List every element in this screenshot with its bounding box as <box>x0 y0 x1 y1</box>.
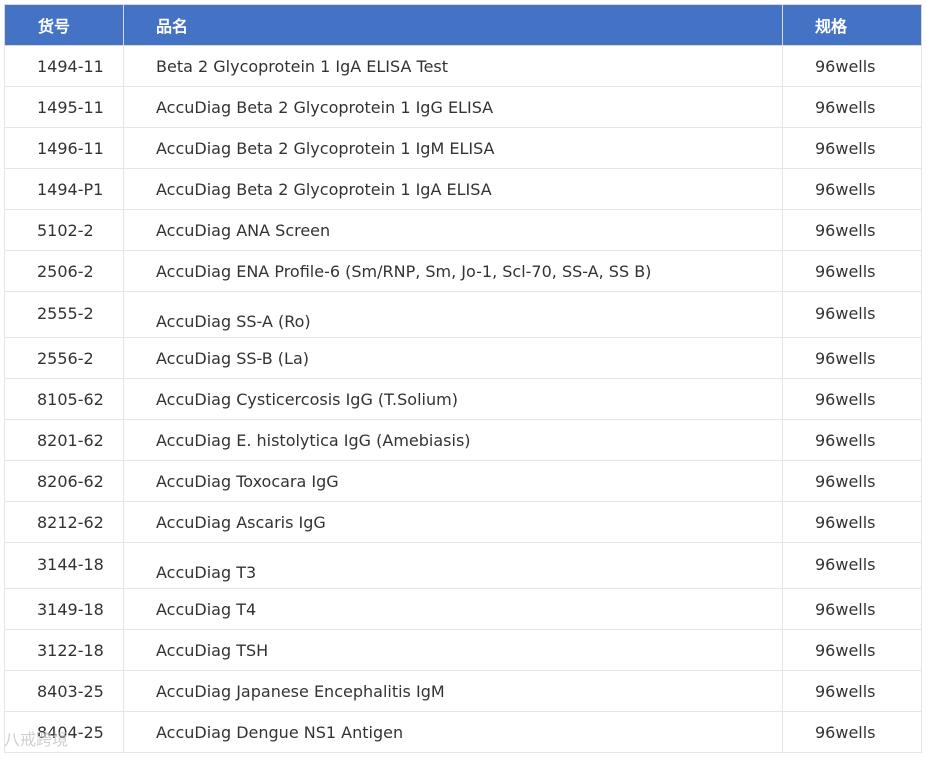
product-name-cell: AccuDiag TSH <box>123 629 783 671</box>
product-code-cell: 8212-62 <box>4 501 124 543</box>
product-spec-cell: 96wells <box>782 86 922 128</box>
table-row: 3122-18 AccuDiag TSH 96wells <box>4 629 922 671</box>
table-row: 3144-18 AccuDiag T3 96wells <box>4 542 922 589</box>
product-code-cell: 2556-2 <box>4 337 124 379</box>
table-row: 8403-25 AccuDiag Japanese Encephalitis Ig… <box>4 670 922 712</box>
product-name-cell: AccuDiag Cysticercosis IgG (T.Solium) <box>123 378 783 420</box>
table-row: 8105-62 AccuDiag Cysticercosis IgG (T.Sol… <box>4 378 922 420</box>
product-name-cell: AccuDiag Beta 2 Glycoprotein 1 IgG ELISA <box>123 86 783 128</box>
product-spec-cell: 96wells <box>782 127 922 169</box>
product-spec-cell: 96wells <box>782 45 922 87</box>
product-spec-cell: 96wells <box>782 629 922 671</box>
table-header: 货号 品名 规格 <box>4 4 922 46</box>
product-spec-cell: 96wells <box>782 168 922 210</box>
product-spec-cell: 96wells <box>782 670 922 712</box>
table-row: 2555-2 AccuDiag SS-A (Ro) 96wells <box>4 291 922 338</box>
table-body: 1494-11 Beta 2 Glycoprotein 1 IgA ELISA T… <box>4 45 922 753</box>
table-row: 2506-2 AccuDiag ENA Profile-6 (Sm/RNP, Sm… <box>4 250 922 292</box>
table-row: 8201-62 AccuDiag E. histolytica IgG (Ameb… <box>4 419 922 461</box>
product-code-cell: 1494-P1 <box>4 168 124 210</box>
table-row: 5102-2 AccuDiag ANA Screen 96wells <box>4 209 922 251</box>
product-code-cell: 1495-11 <box>4 86 124 128</box>
product-code-cell: 1496-11 <box>4 127 124 169</box>
product-spec-cell: 96wells <box>782 419 922 461</box>
product-name-cell: AccuDiag Japanese Encephalitis IgM <box>123 670 783 712</box>
header-code: 货号 <box>4 4 124 46</box>
product-code-cell: 3149-18 <box>4 588 124 630</box>
product-spec-cell: 96wells <box>782 501 922 543</box>
table-row: 1494-11 Beta 2 Glycoprotein 1 IgA ELISA T… <box>4 45 922 87</box>
product-table: 货号 品名 规格 1494-11 Beta 2 Glycoprotein 1 Ig… <box>4 4 922 753</box>
product-spec-cell: 96wells <box>782 337 922 379</box>
table-row: 8206-62 AccuDiag Toxocara IgG 96wells <box>4 460 922 502</box>
product-spec-cell: 96wells <box>782 291 922 338</box>
table-row: 3149-18 AccuDiag T4 96wells <box>4 588 922 630</box>
table-row: 2556-2 AccuDiag SS-B (La) 96wells <box>4 337 922 379</box>
product-name-cell: AccuDiag T4 <box>123 588 783 630</box>
product-code-cell: 8404-25 <box>4 711 124 753</box>
product-spec-cell: 96wells <box>782 250 922 292</box>
product-name-cell: AccuDiag Beta 2 Glycoprotein 1 IgA ELISA <box>123 168 783 210</box>
product-name-cell: AccuDiag E. histolytica IgG (Amebiasis) <box>123 419 783 461</box>
product-spec-cell: 96wells <box>782 588 922 630</box>
product-name-cell: Beta 2 Glycoprotein 1 IgA ELISA Test <box>123 45 783 87</box>
product-name-cell: AccuDiag Ascaris IgG <box>123 501 783 543</box>
product-name-cell: AccuDiag Toxocara IgG <box>123 460 783 502</box>
product-code-cell: 5102-2 <box>4 209 124 251</box>
header-row: 货号 品名 规格 <box>4 4 922 46</box>
product-name-cell: AccuDiag SS-B (La) <box>123 337 783 379</box>
product-name-cell: AccuDiag Dengue NS1 Antigen <box>123 711 783 753</box>
product-spec-cell: 96wells <box>782 209 922 251</box>
product-code-cell: 8206-62 <box>4 460 124 502</box>
product-spec-cell: 96wells <box>782 378 922 420</box>
product-name-cell: AccuDiag ENA Profile-6 (Sm/RNP, Sm, Jo-1… <box>123 250 783 292</box>
table-row: 1495-11 AccuDiag Beta 2 Glycoprotein 1 Ig… <box>4 86 922 128</box>
table-row: 8404-25 AccuDiag Dengue NS1 Antigen 96well… <box>4 711 922 753</box>
product-code-cell: 2506-2 <box>4 250 124 292</box>
product-code-cell: 1494-11 <box>4 45 124 87</box>
product-name-cell: AccuDiag SS-A (Ro) <box>123 291 783 338</box>
product-spec-cell: 96wells <box>782 542 922 589</box>
product-code-cell: 8403-25 <box>4 670 124 712</box>
table-row: 1494-P1 AccuDiag Beta 2 Glycoprotein 1 Ig… <box>4 168 922 210</box>
product-code-cell: 2555-2 <box>4 291 124 338</box>
product-name-cell: AccuDiag ANA Screen <box>123 209 783 251</box>
product-code-cell: 3144-18 <box>4 542 124 589</box>
header-spec: 规格 <box>782 4 922 46</box>
table-row: 8212-62 AccuDiag Ascaris IgG 96wells <box>4 501 922 543</box>
product-name-cell: AccuDiag Beta 2 Glycoprotein 1 IgM ELISA <box>123 127 783 169</box>
product-spec-cell: 96wells <box>782 711 922 753</box>
product-spec-cell: 96wells <box>782 460 922 502</box>
header-name: 品名 <box>123 4 783 46</box>
product-code-cell: 3122-18 <box>4 629 124 671</box>
product-code-cell: 8201-62 <box>4 419 124 461</box>
product-code-cell: 8105-62 <box>4 378 124 420</box>
product-name-cell: AccuDiag T3 <box>123 542 783 589</box>
table-row: 1496-11 AccuDiag Beta 2 Glycoprotein 1 Ig… <box>4 127 922 169</box>
